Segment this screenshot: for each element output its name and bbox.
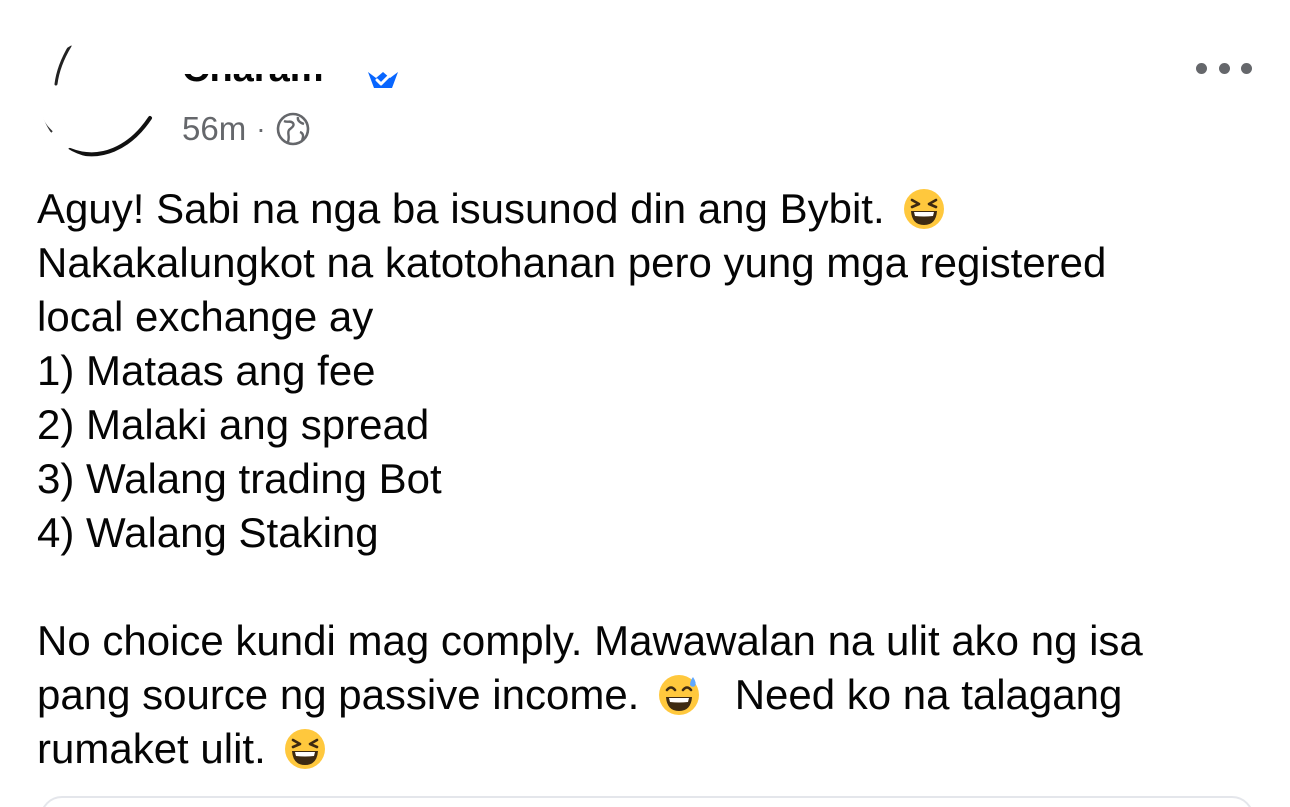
paragraph-break — [37, 560, 1277, 614]
more-options-button[interactable] — [1196, 54, 1252, 82]
post-line: 4) Walang Staking — [37, 506, 1277, 560]
post-text: Aguy! Sabi na nga ba isusunod din ang By… — [37, 182, 1277, 776]
post-line: 1) Mataas ang fee — [37, 344, 1277, 398]
verified-badge-icon — [368, 72, 398, 88]
post-line: pang source ng passive income. Need ko n… — [37, 668, 1277, 722]
post-line-text: Need ko na talagang — [734, 671, 1123, 718]
globe-icon[interactable] — [276, 112, 310, 146]
post-line-text: 4) Walang Staking — [37, 509, 379, 556]
post-line: 3) Walang trading Bot — [37, 452, 1277, 506]
attached-content-card[interactable] — [40, 796, 1254, 807]
post-line-text: 3) Walang trading Bot — [37, 455, 442, 502]
post-line-text: Nakakalungkot na katotohanan pero yung m… — [37, 239, 1107, 286]
post-timestamp[interactable]: 56m — [182, 110, 246, 148]
more-dot-icon — [1196, 62, 1207, 74]
post-line: No choice kundi mag comply. Mawawalan na… — [37, 614, 1277, 668]
laughing-squint-emoji-icon — [904, 189, 945, 229]
post-line: 2) Malaki ang spread — [37, 398, 1277, 452]
post-line: local exchange ay — [37, 290, 1277, 344]
meta-separator: · — [256, 113, 266, 144]
post-line-text: pang source ng passive income. — [37, 671, 640, 718]
more-dot-icon — [1241, 62, 1252, 74]
post-line-text: Aguy! Sabi na nga ba isusunod din ang By… — [37, 185, 885, 232]
sweat-smile-emoji-icon — [659, 675, 700, 715]
post-line: Nakakalungkot na katotohanan pero yung m… — [37, 236, 1277, 290]
post-line: rumaket ulit. — [37, 722, 1277, 776]
facebook-post: Charam 56m · Aguy! Sabi na nga ba isusun… — [0, 0, 1290, 807]
post-line-text: rumaket ulit. — [37, 725, 266, 772]
post-line-text: local exchange ay — [37, 293, 374, 340]
post-line-text: 1) Mataas ang fee — [37, 347, 376, 394]
post-meta: 56m · — [182, 108, 310, 150]
author-name[interactable]: Charam — [182, 74, 324, 92]
post-line: Aguy! Sabi na nga ba isusunod din ang By… — [37, 182, 1277, 236]
post-line-text: 2) Malaki ang spread — [37, 401, 430, 448]
avatar[interactable] — [40, 38, 160, 158]
post-line-text: No choice kundi mag comply. Mawawalan na… — [37, 617, 1143, 664]
more-dot-icon — [1218, 62, 1230, 74]
laughing-squint-emoji-icon — [285, 729, 326, 769]
